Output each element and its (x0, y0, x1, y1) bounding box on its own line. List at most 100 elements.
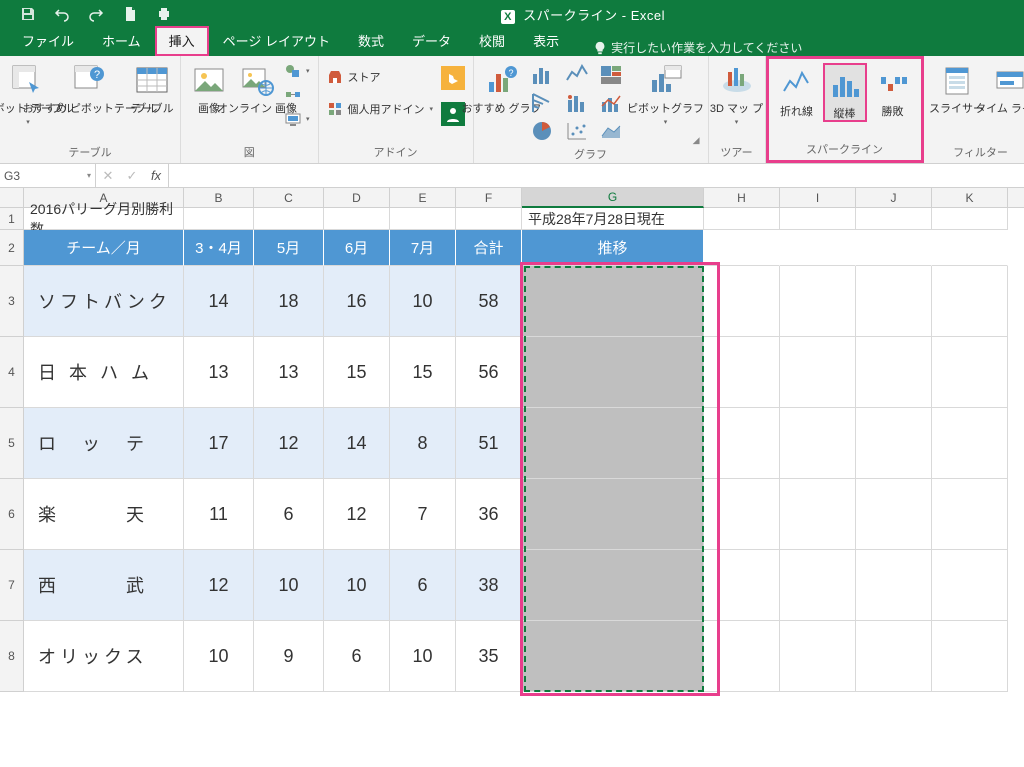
cell-D3[interactable]: 16 (324, 266, 390, 337)
tab-formulas[interactable]: 数式 (344, 26, 398, 56)
cell-D4[interactable]: 15 (324, 337, 390, 408)
cell-B3[interactable]: 14 (184, 266, 254, 337)
cell-B4[interactable]: 13 (184, 337, 254, 408)
cell-J4[interactable] (856, 337, 932, 408)
row-header-4[interactable]: 4 (0, 337, 24, 408)
cell-I2[interactable] (780, 230, 856, 266)
cell-H7[interactable] (704, 550, 780, 621)
tab-home[interactable]: ホーム (88, 26, 155, 56)
col-header-F[interactable]: F (456, 188, 522, 207)
shapes-button[interactable]: ▾ (283, 62, 312, 80)
hierarchy-chart-button[interactable] (528, 90, 558, 116)
cell-G8[interactable] (522, 621, 704, 692)
cell-C5[interactable]: 12 (254, 408, 324, 479)
cell-D2[interactable]: 6月 (324, 230, 390, 266)
cell-E8[interactable]: 10 (390, 621, 456, 692)
cell-E1[interactable] (390, 208, 456, 230)
cell-H8[interactable] (704, 621, 780, 692)
tab-insert[interactable]: 挿入 (155, 26, 209, 56)
cell-I3[interactable] (780, 266, 856, 337)
cell-A7[interactable]: 西 武 (24, 550, 184, 621)
cell-F1[interactable] (456, 208, 522, 230)
cell-C1[interactable] (254, 208, 324, 230)
undo-icon[interactable] (54, 6, 70, 22)
save-icon[interactable] (20, 6, 36, 22)
cell-H3[interactable] (704, 266, 780, 337)
recommended-charts-button[interactable]: ? おすすめ グラフ (480, 60, 524, 115)
cell-I7[interactable] (780, 550, 856, 621)
map3d-button[interactable]: 3D マッ プ▾ (715, 60, 759, 126)
cell-J5[interactable] (856, 408, 932, 479)
cell-F6[interactable]: 36 (456, 479, 522, 550)
col-header-C[interactable]: C (254, 188, 324, 207)
treemap-button[interactable] (596, 62, 626, 88)
sparkline-column-button[interactable]: 縦棒 (823, 63, 867, 122)
cell-H6[interactable] (704, 479, 780, 550)
enter-formula-icon[interactable]: ✓ (120, 168, 144, 184)
col-header-D[interactable]: D (324, 188, 390, 207)
cell-C4[interactable]: 13 (254, 337, 324, 408)
cell-H5[interactable] (704, 408, 780, 479)
cell-D8[interactable]: 6 (324, 621, 390, 692)
cell-K3[interactable] (932, 266, 1008, 337)
cell-B8[interactable]: 10 (184, 621, 254, 692)
tab-review[interactable]: 校閲 (465, 26, 519, 56)
cell-C3[interactable]: 18 (254, 266, 324, 337)
cell-A3[interactable]: ソフトバンク (24, 266, 184, 337)
cell-K5[interactable] (932, 408, 1008, 479)
cell-I6[interactable] (780, 479, 856, 550)
col-header-H[interactable]: H (704, 188, 780, 207)
row-header-5[interactable]: 5 (0, 408, 24, 479)
cell-K4[interactable] (932, 337, 1008, 408)
pivot-chart-button[interactable]: ピボットグラフ▾ (630, 60, 702, 126)
worksheet[interactable]: A B C D E F G H I J K 1 2016パリーグ月別勝利数 平成… (0, 188, 1024, 692)
cell-G2[interactable]: 推移 (522, 230, 704, 266)
charts-dialog-launcher[interactable]: ◢ (480, 136, 702, 144)
cell-F3[interactable]: 58 (456, 266, 522, 337)
cell-J1[interactable] (856, 208, 932, 230)
cell-F5[interactable]: 51 (456, 408, 522, 479)
quick-print-icon[interactable] (156, 6, 172, 22)
cell-J7[interactable] (856, 550, 932, 621)
tab-data[interactable]: データ (398, 26, 465, 56)
cell-E6[interactable]: 7 (390, 479, 456, 550)
cell-G5[interactable] (522, 408, 704, 479)
cell-I4[interactable] (780, 337, 856, 408)
cell-J8[interactable] (856, 621, 932, 692)
cell-K6[interactable] (932, 479, 1008, 550)
col-header-E[interactable]: E (390, 188, 456, 207)
cell-F7[interactable]: 38 (456, 550, 522, 621)
cell-A8[interactable]: オリックス (24, 621, 184, 692)
timeline-button[interactable]: タイム ライン (988, 60, 1024, 115)
recommended-pivot-button[interactable]: ? おすすめ ピボットテーブル (54, 60, 126, 115)
tab-view[interactable]: 表示 (519, 26, 573, 56)
cell-A1[interactable]: 2016パリーグ月別勝利数 (24, 208, 184, 230)
bing-maps-button[interactable] (439, 64, 467, 90)
cell-F4[interactable]: 56 (456, 337, 522, 408)
combo-chart-button[interactable] (596, 90, 626, 116)
smartart-button[interactable] (283, 86, 312, 104)
col-header-I[interactable]: I (780, 188, 856, 207)
cell-F2[interactable]: 合計 (456, 230, 522, 266)
cell-I1[interactable] (780, 208, 856, 230)
cell-C8[interactable]: 9 (254, 621, 324, 692)
screenshot-button[interactable]: ▾ (283, 110, 312, 128)
row-header-7[interactable]: 7 (0, 550, 24, 621)
cell-J6[interactable] (856, 479, 932, 550)
row-header-8[interactable]: 8 (0, 621, 24, 692)
bar-chart-button[interactable] (528, 62, 558, 88)
cell-E3[interactable]: 10 (390, 266, 456, 337)
cell-K8[interactable] (932, 621, 1008, 692)
row-header-3[interactable]: 3 (0, 266, 24, 337)
cell-B5[interactable]: 17 (184, 408, 254, 479)
cell-C7[interactable]: 10 (254, 550, 324, 621)
cell-D5[interactable]: 14 (324, 408, 390, 479)
cell-E4[interactable]: 15 (390, 337, 456, 408)
cell-B7[interactable]: 12 (184, 550, 254, 621)
store-button[interactable]: ストア (325, 68, 435, 86)
name-box[interactable]: G3▾ (0, 164, 96, 187)
cell-E2[interactable]: 7月 (390, 230, 456, 266)
fx-icon[interactable]: fx (144, 168, 168, 183)
tab-page-layout[interactable]: ページ レイアウト (209, 26, 344, 56)
formula-input[interactable] (169, 164, 1024, 187)
